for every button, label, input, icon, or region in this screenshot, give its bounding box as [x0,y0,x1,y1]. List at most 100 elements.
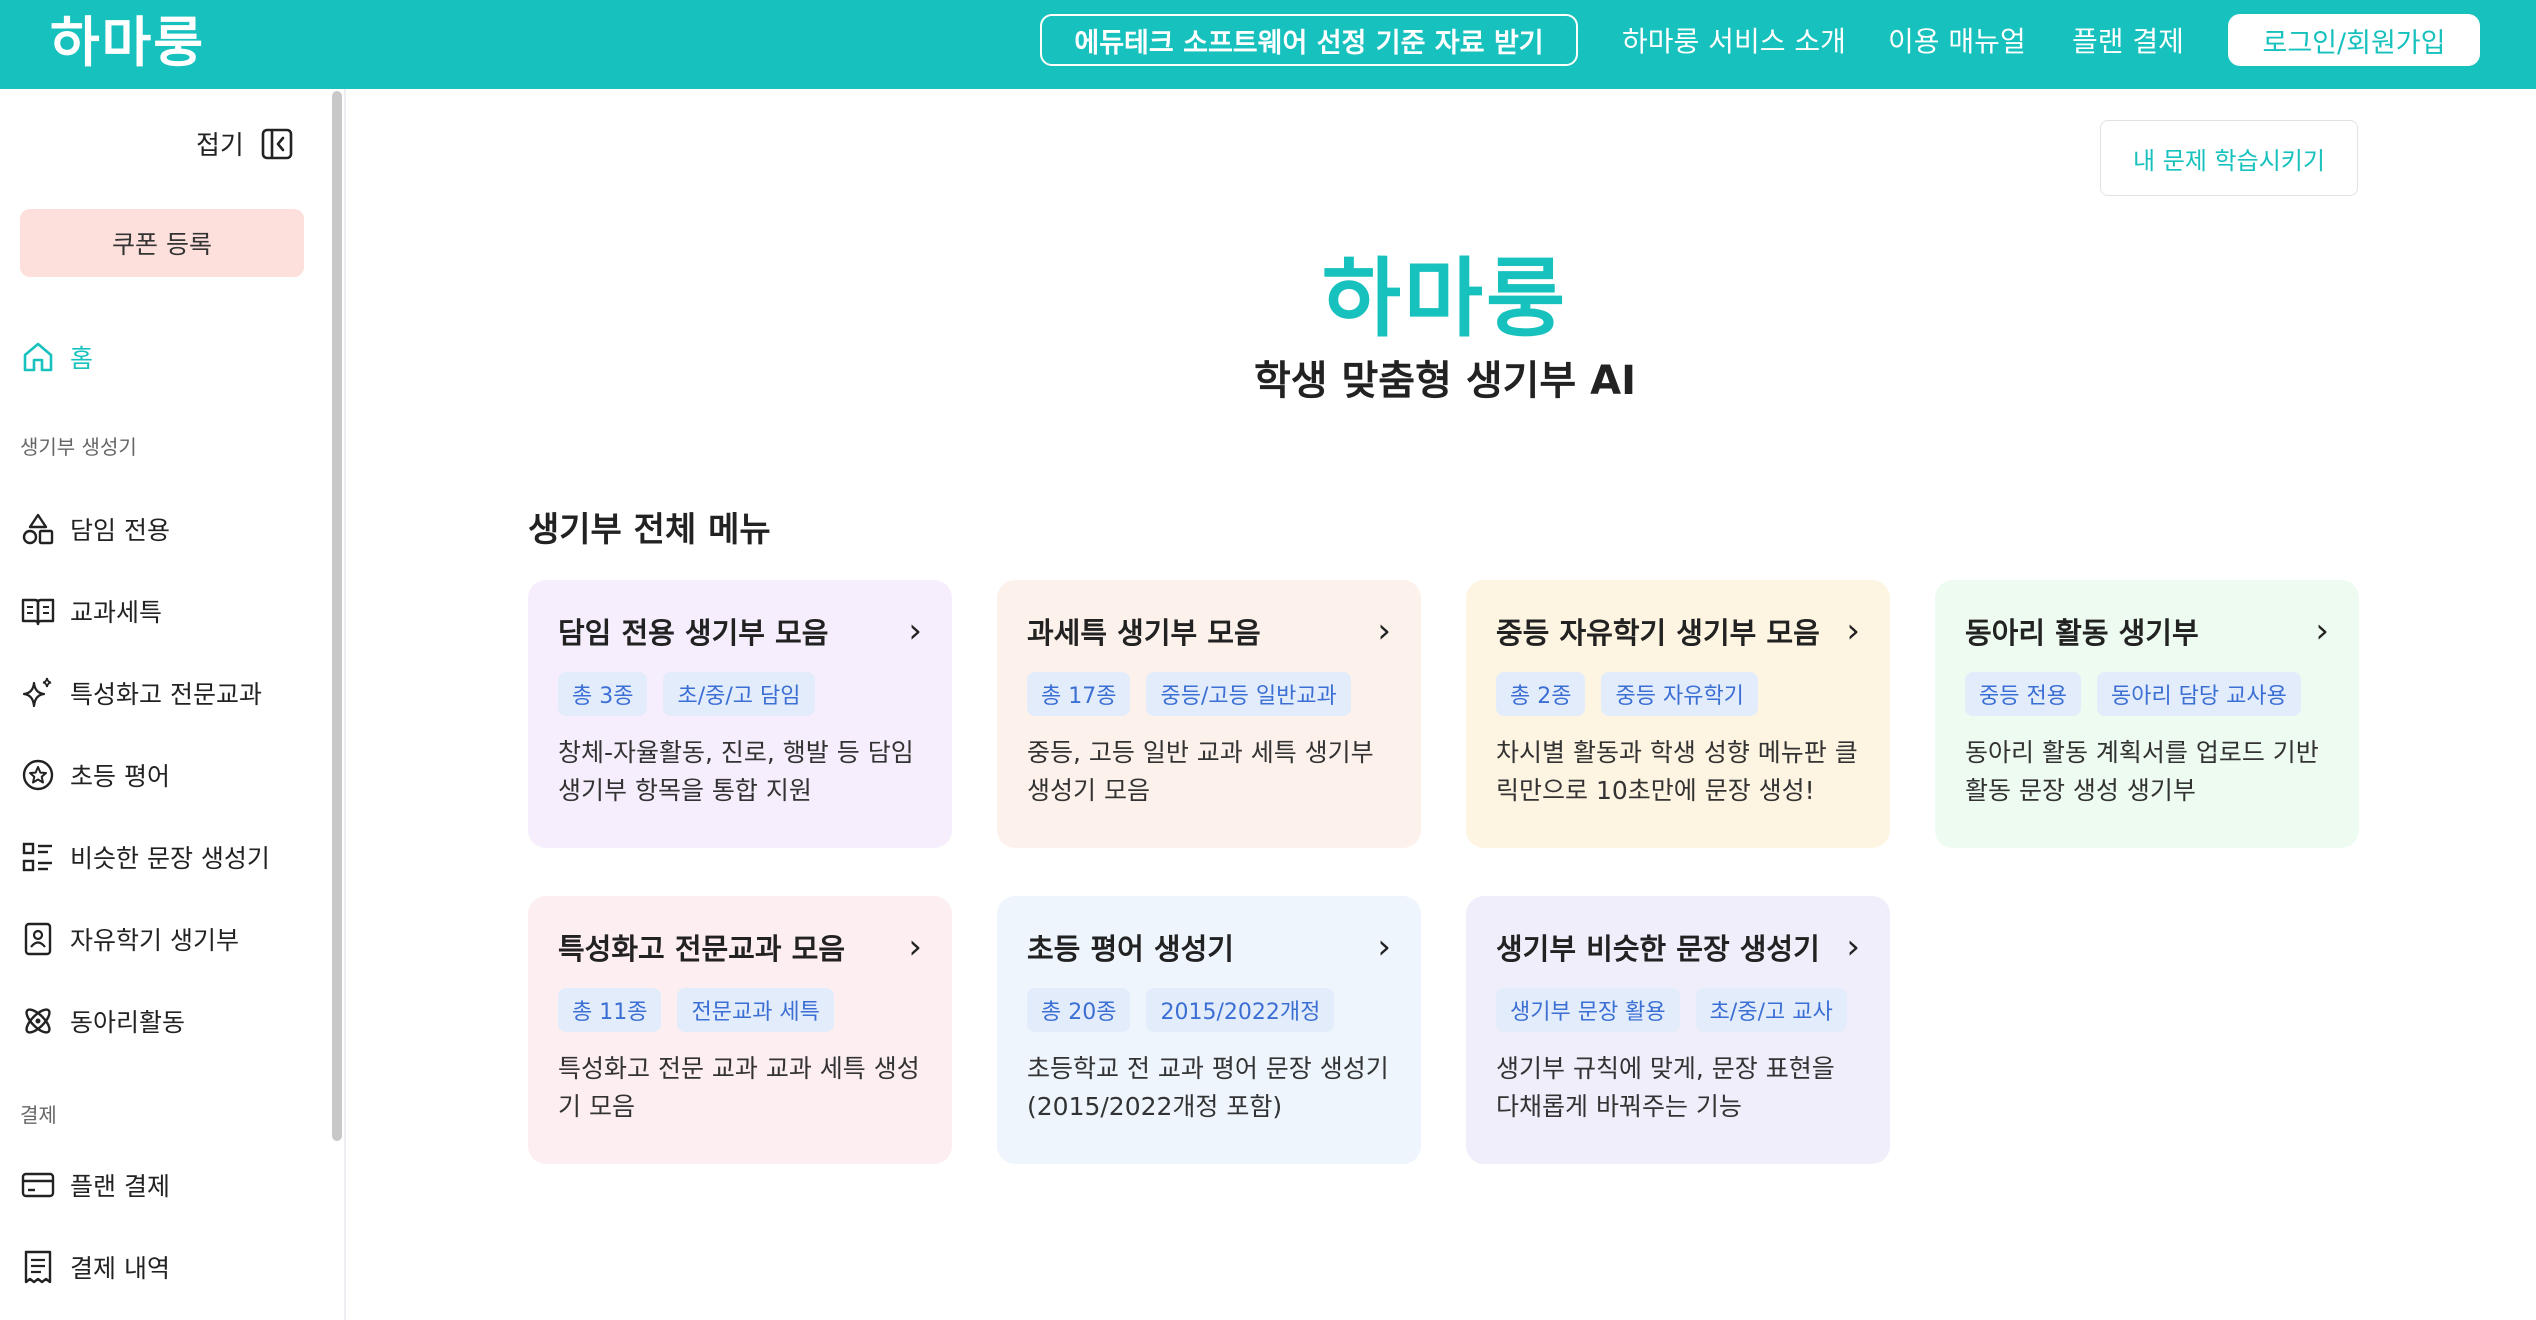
card-title-row: 초등 평어 생성기 › [1027,926,1391,968]
card-title-row: 특성화고 전문교과 모음 › [558,926,922,968]
sidebar-item-label: 교과세특 [70,598,163,627]
chevron-right-icon: › [1377,611,1391,651]
card-description: 생기부 규칙에 맞게, 문장 표현을 다채롭게 바꿔주는 기능 [1496,1054,1835,1121]
tag-category: 2015/2022개정 [1146,988,1335,1032]
sidebar-section-generators: 생기부 생성기 [20,435,137,459]
menu-card-similar-sentence[interactable]: 생기부 비슷한 문장 생성기 › 생기부 문장 활용 초/중/고 교사 생기부 … [1466,896,1890,1164]
chevron-right-icon: › [908,611,922,651]
card-title-row: 생기부 비슷한 문장 생성기 › [1496,926,1860,968]
menu-card-free-semester[interactable]: 중등 자유학기 생기부 모음 › 총 2종 중등 자유학기 차시별 활동과 학생… [1466,580,1890,848]
section-title: 생기부 전체 메뉴 [528,510,771,550]
tag-count: 총 3종 [558,672,648,716]
credit-card-icon [21,1172,55,1198]
sidebar-item-vocational[interactable]: 특성화고 전문교과 [20,671,262,715]
tag-count: 총 17종 [1027,672,1131,716]
card-tags: 생기부 문장 활용 초/중/고 교사 [1496,988,1860,1032]
sidebar-item-subject[interactable]: 교과세특 [20,589,162,633]
download-criteria-button[interactable]: 에듀테크 소프트웨어 선정 기준 자료 받기 [1040,14,1578,66]
receipt-icon [24,1250,52,1284]
train-my-problems-button[interactable]: 내 문제 학습시키기 [2100,120,2358,196]
menu-card-club[interactable]: 동아리 활동 생기부 › 중등 전용 동아리 담당 교사용 동아리 활동 계획서… [1935,580,2359,848]
menu-card-homeroom[interactable]: 담임 전용 생기부 모음 › 총 3종 초/중/고 담임 창체-자율활동, 진로… [528,580,952,848]
nav-user-manual[interactable]: 이용 매뉴얼 [1888,14,2026,66]
card-title-row: 담임 전용 생기부 모음 › [558,610,922,652]
shapes-icon [22,513,54,545]
card-tags: 총 17종 중등/고등 일반교과 [1027,672,1391,716]
card-title: 중등 자유학기 생기부 모음 [1496,616,1820,650]
top-navigation-bar: 하마룽 에듀테크 소프트웨어 선정 기준 자료 받기 하마룽 서비스 소개 이용… [0,0,2536,89]
sidebar-item-label: 비슷한 문장 생성기 [70,844,270,873]
sidebar-item-plan-payment[interactable]: 플랜 결제 [20,1163,170,1207]
card-title: 과세특 생기부 모음 [1027,616,1261,650]
tag-category: 동아리 담당 교사용 [2096,672,2301,716]
sidebar-item-label: 담임 전용 [70,516,170,545]
card-description: 동아리 활동 계획서를 업로드 기반 활동 문장 생성 생기부 [1965,738,2319,805]
sidebar-item-label: 동아리활동 [70,1008,186,1037]
sidebar-item-label: 자유학기 생기부 [70,926,239,955]
tag-count: 총 20종 [1027,988,1131,1032]
sidebar-item-label: 특성화고 전문교과 [70,680,262,709]
hero-logo: 하마룽 [1321,249,1569,349]
atom-icon [25,1008,51,1034]
chevron-right-icon: › [2315,611,2329,651]
card-title-row: 과세특 생기부 모음 › [1027,610,1391,652]
card-description: 초등학교 전 교과 평어 문장 생성기 (2015/2022개정 포함) [1027,1054,1389,1121]
sidebar-item-homeroom[interactable]: 담임 전용 [20,507,170,551]
sidebar-section-payment: 결제 [20,1103,57,1127]
tag-category: 초/중/고 교사 [1695,988,1847,1032]
collapse-label: 접기 [196,131,244,161]
menu-card-subject[interactable]: 과세특 생기부 모음 › 총 17종 중등/고등 일반교과 중등, 고등 일반 … [997,580,1421,848]
login-signup-button[interactable]: 로그인/회원가입 [2228,14,2480,66]
chevron-right-icon: › [1377,927,1391,967]
card-title: 특성화고 전문교과 모음 [558,932,845,966]
sparkles-icon [22,677,52,708]
contact-book-icon [24,922,52,956]
sidebar-item-free-semester[interactable]: 자유학기 생기부 [20,917,239,961]
card-tags: 총 20종 2015/2022개정 [1027,988,1391,1032]
card-tags: 총 11종 전문교과 세특 [558,988,922,1032]
tag-category: 중등/고등 일반교과 [1146,672,1351,716]
chevron-right-icon: › [1846,927,1860,967]
tag-category: 초/중/고 담임 [663,672,815,716]
nav-service-intro[interactable]: 하마룽 서비스 소개 [1622,14,1846,66]
card-title: 동아리 활동 생기부 [1965,616,2199,650]
sidebar-item-label: 홈 [70,344,94,373]
card-tags: 총 3종 초/중/고 담임 [558,672,922,716]
sidebar-item-similar-sentence[interactable]: 비슷한 문장 생성기 [20,835,270,879]
star-badge-icon [22,759,54,791]
chevron-right-icon: › [1846,611,1860,651]
brand-logo[interactable]: 하마룽 [50,8,205,78]
sidebar-scrollbar[interactable] [332,91,342,1141]
sidebar-item-label: 결제 내역 [70,1254,170,1283]
tag-scope: 중등 전용 [1965,672,2081,716]
chevron-right-icon: › [908,927,922,967]
sidebar: 접기 쿠폰 등록 홈 생기부 생성기 담임 전용 교과세특 특성화고 전문교과 … [0,89,346,1320]
sidebar-item-label: 초등 평어 [70,762,170,791]
card-title: 생기부 비슷한 문장 생성기 [1496,932,1820,966]
tag-category: 전문교과 세특 [677,988,834,1032]
card-title-row: 중등 자유학기 생기부 모음 › [1496,610,1860,652]
tag-usage: 생기부 문장 활용 [1496,988,1680,1032]
coupon-register-button[interactable]: 쿠폰 등록 [20,209,304,277]
open-book-icon [21,598,55,626]
menu-card-elementary[interactable]: 초등 평어 생성기 › 총 20종 2015/2022개정 초등학교 전 교과 … [997,896,1421,1164]
card-title-row: 동아리 활동 생기부 › [1965,610,2329,652]
sidebar-item-elementary[interactable]: 초등 평어 [20,753,170,797]
collapse-sidebar-button[interactable]: 접기 [196,125,294,162]
sidebar-item-payment-history[interactable]: 결제 내역 [20,1245,170,1289]
nav-plan-payment[interactable]: 플랜 결제 [2072,14,2184,66]
sidebar-item-home[interactable]: 홈 [20,335,93,379]
tag-count: 총 2종 [1496,672,1586,716]
card-description: 차시별 활동과 학생 성향 메뉴판 클릭만으로 10초만에 문장 생성! [1496,738,1858,805]
collapse-panel-icon [261,128,293,159]
card-title: 초등 평어 생성기 [1027,932,1234,966]
card-description: 특성화고 전문 교과 교과 세특 생성기 모음 [558,1054,920,1121]
tag-category: 중등 자유학기 [1601,672,1758,716]
card-description: 창체-자율활동, 진로, 행발 등 담임 생기부 항목을 통합 지원 [558,738,914,805]
home-icon [23,342,53,372]
sidebar-item-club[interactable]: 동아리활동 [20,999,185,1043]
list-icon [22,842,52,872]
menu-card-vocational[interactable]: 특성화고 전문교과 모음 › 총 11종 전문교과 세특 특성화고 전문 교과 … [528,896,952,1164]
card-tags: 중등 전용 동아리 담당 교사용 [1965,672,2329,716]
hero-subtitle: 학생 맞춤형 생기부 AI [1253,358,1637,404]
